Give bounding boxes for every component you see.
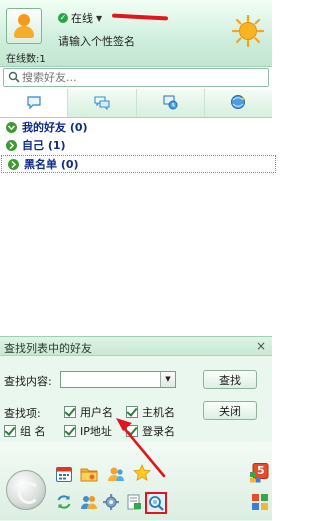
find-content-input[interactable] [61,372,163,387]
group-blacklist[interactable]: 黑名单 (0) [1,155,276,173]
close-button[interactable]: 关闭 [203,401,257,420]
option-label: 用户名 [80,406,113,419]
avatar[interactable] [6,8,42,44]
app-grid-icon[interactable] [251,493,269,511]
option-label: 组 名 [20,425,46,438]
status-label: 在线 [71,12,93,25]
contacts-app-icon[interactable] [107,465,125,483]
find-content-combo[interactable]: ▼ [60,371,176,388]
expand-arrow-icon [6,121,17,133]
chat-bubble-icon [27,96,41,110]
calendar-icon[interactable] [55,465,73,483]
close-panel-icon[interactable]: × [254,339,268,353]
gear-icon[interactable] [102,493,120,511]
panel-title: 查找列表中的好友 [4,342,92,355]
contact-tabs [0,89,272,118]
collapse-arrow-icon [6,139,17,151]
dropdown-arrow-icon[interactable]: ▼ [160,372,175,387]
search-input[interactable] [22,69,262,86]
status-selector[interactable]: ✓ 在线 ▼ [58,10,169,26]
redacted-username [112,13,169,21]
chevron-down-icon: ▼ [96,13,103,23]
notification-badge-icon[interactable]: 5 [249,463,269,483]
badge-count: 5 [257,464,265,477]
checkbox-box[interactable] [126,405,138,418]
signature-field[interactable]: 请输入个性签名 [58,33,135,49]
friend-search-box[interactable] [3,68,269,87]
option-groupname-checkbox[interactable]: 组 名 [4,423,46,439]
find-items-label: 查找项: [4,407,41,420]
web-browser-icon [231,95,246,109]
favorites-star-icon[interactable] [133,464,151,482]
main-menu-button[interactable] [6,470,46,510]
option-hostname-checkbox[interactable]: 主机名 [126,404,175,420]
collapse-arrow-icon [8,158,19,170]
document-list-icon[interactable] [125,493,143,511]
option-username-checkbox[interactable]: 用户名 [64,404,113,420]
search-icon [8,71,20,83]
group-chat-icon [94,96,110,110]
group-label: 自己 (1) [22,139,66,152]
avatar-head [18,14,30,26]
contact-group-list: 我的好友 (0) 自己 (1) 黑名单 (0) [0,119,276,175]
group-my-friends[interactable]: 我的好友 (0) [0,119,272,135]
panel-title-bar: 查找列表中的好友 × [0,337,272,356]
option-label: 主机名 [142,406,175,419]
main-menu-logo-icon [18,482,40,504]
check-mark-icon [64,424,76,436]
group-label: 我的好友 (0) [22,121,88,134]
check-mark-icon [126,424,138,436]
user-group-icon[interactable] [80,493,98,511]
online-count: 在线数:1 [6,54,46,65]
option-label: IP地址 [80,425,112,438]
checkbox-box[interactable] [126,424,138,437]
option-ip-checkbox[interactable]: IP地址 [64,423,112,439]
sync-icon[interactable] [55,493,73,511]
find-friend-button[interactable] [145,492,167,514]
tab-web[interactable] [205,89,272,117]
online-check-icon: ✓ [58,13,68,23]
checkbox-box[interactable] [64,405,76,418]
tab-recent[interactable] [137,89,205,117]
group-label: 黑名单 (0) [24,158,79,171]
check-mark-icon [4,424,16,436]
user-header: 在线数:1 ✓ 在线 ▼ 请输入个性签名 [0,0,272,67]
checkbox-box[interactable] [4,424,16,437]
tab-group-chat[interactable] [68,89,137,117]
folder-share-icon[interactable] [80,465,98,483]
find-button[interactable]: 查找 [203,370,257,389]
checkbox-box[interactable] [64,424,76,437]
tab-chat[interactable] [0,89,69,117]
check-mark-icon [64,405,76,417]
recent-contacts-icon [163,95,178,110]
option-loginname-checkbox[interactable]: 登录名 [126,423,175,439]
check-mark-icon [126,405,138,417]
magnifier-icon [149,496,164,511]
weather-sun-icon[interactable] [232,15,264,47]
avatar-body [14,26,34,38]
find-content-label: 查找内容: [4,375,52,388]
option-label: 登录名 [142,425,175,438]
group-self[interactable]: 自己 (1) [0,137,272,153]
